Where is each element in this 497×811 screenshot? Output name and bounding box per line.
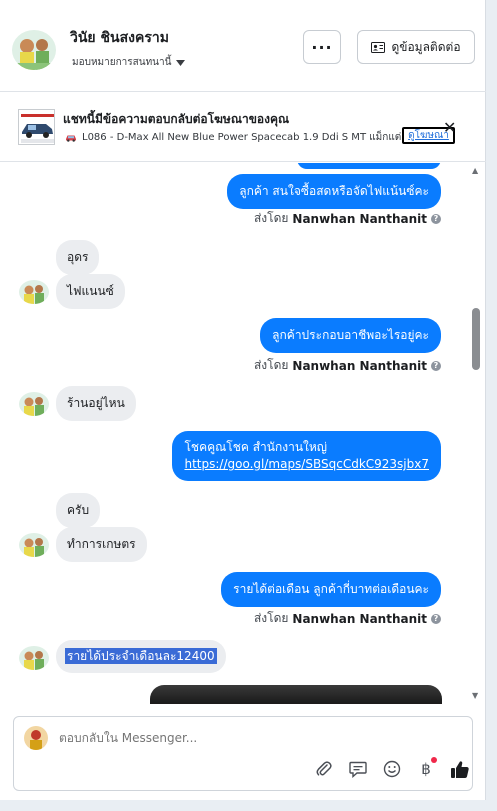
assign-label: มอบหมายการสนทนานี้	[72, 57, 172, 68]
baht-icon[interactable]: ฿	[416, 757, 437, 779]
ad-reply-banner: แชทนี้มีข้อความตอบกลับต่อโฆษณาของคุณ L08…	[0, 92, 486, 162]
page-avatar	[24, 726, 48, 750]
reply-input[interactable]	[59, 731, 439, 745]
contact-name: วินัย ชินสงคราม	[70, 30, 169, 46]
message-bubble-outgoing[interactable]: รายได้ต่อเดือน ลูกค้ากี่บาทต่อเดือนคะ	[221, 572, 441, 607]
chat-bubble-icon[interactable]	[348, 759, 368, 779]
help-icon[interactable]: ?	[431, 360, 441, 371]
message-text: โชคคูณโชค สำนักงานใหญ่	[184, 440, 328, 454]
sender-avatar	[19, 392, 49, 416]
smiley-icon[interactable]	[382, 759, 402, 779]
image-attachment[interactable]	[150, 685, 442, 704]
conversation-header: วินัย ชินสงคราม มอบหมายการสนทนานี้ ··· ด…	[0, 0, 486, 92]
ad-thumbnail[interactable]	[18, 109, 55, 145]
view-contact-label: ดูข้อมูลติดต่อ	[391, 39, 461, 54]
maps-link[interactable]: https://goo.gl/maps/SBSqcCdkC923sjbx7	[184, 456, 429, 473]
notification-dot	[431, 757, 437, 763]
message-bubble-incoming[interactable]: ร้านอยู่ไหน	[56, 386, 136, 421]
view-contact-button[interactable]: ดูข้อมูลติดต่อ	[357, 30, 475, 64]
avatar[interactable]	[12, 30, 56, 70]
sender-avatar	[19, 280, 49, 304]
message-bubble-outgoing[interactable]: ลูกค้าประกอบอาชีพอะไรอยู่คะ	[260, 318, 441, 353]
message-bubble-incoming-selected[interactable]: รายได้ประจำเดือนละ12400	[56, 640, 226, 673]
sender-name: Nanwhan Nanthanit	[292, 211, 427, 226]
message-bubble-outgoing-with-link[interactable]: โชคคูณโชค สำนักงานใหญ่ https://goo.gl/ma…	[172, 431, 441, 481]
car-icon	[66, 135, 76, 142]
conversation-panel: วินัย ชินสงคราม มอบหมายการสนทนานี้ ··· ด…	[0, 0, 486, 800]
thumbs-up-icon[interactable]	[450, 759, 470, 779]
scroll-up-arrow[interactable]: ▲	[472, 166, 478, 175]
close-icon[interactable]: ✕	[443, 118, 456, 137]
banner-title: แชทนี้มีข้อความตอบกลับต่อโฆษณาของคุณ	[63, 112, 290, 126]
selected-text: รายได้ประจำเดือนละ12400	[65, 648, 217, 664]
sent-by-label: ส่งโดย Nanwhan Nanthanit ?	[254, 609, 441, 628]
help-icon[interactable]: ?	[431, 613, 441, 624]
message-bubble-incoming[interactable]: อุดร	[56, 240, 100, 275]
contact-card-icon	[371, 41, 386, 53]
sender-name: Nanwhan Nanthanit	[292, 611, 427, 626]
message-bubble-outgoing[interactable]: ลูกค้า สนใจซื้อสดหรือจัดไฟแน้นซ์คะ	[227, 174, 441, 209]
sent-by-prefix: ส่งโดย	[253, 211, 289, 225]
sent-by-label: ส่งโดย Nanwhan Nanthanit ?	[254, 209, 441, 228]
more-options-button[interactable]: ···	[303, 30, 341, 64]
sent-by-prefix: ส่งโดย	[253, 358, 289, 372]
sender-avatar	[19, 533, 49, 557]
sent-by-prefix: ส่งโดย	[253, 611, 289, 625]
message-bubble-incoming[interactable]: ทำการเกษตร	[56, 527, 147, 562]
scroll-down-arrow[interactable]: ▼	[472, 691, 478, 700]
paperclip-icon[interactable]	[314, 759, 334, 779]
sender-avatar	[19, 646, 49, 670]
banner-subtitle: L086 - D-Max All New Blue Power Spacecab…	[65, 130, 411, 145]
message-bubble-incoming[interactable]: ครับ	[56, 493, 101, 528]
sender-name: Nanwhan Nanthanit	[292, 358, 427, 373]
message-bubble-outgoing-partial	[297, 163, 441, 169]
composer-toolbar: ฿	[314, 757, 470, 779]
message-bubble-incoming[interactable]: ไฟแนนซ์	[56, 274, 125, 309]
reply-composer: ฿	[13, 716, 473, 791]
ad-title-text: L086 - D-Max All New Blue Power Spacecab…	[82, 132, 411, 143]
sent-by-label: ส่งโดย Nanwhan Nanthanit ?	[254, 356, 441, 375]
message-list[interactable]: ลูกค้า สนใจซื้อสดหรือจัดไฟแน้นซ์คะ ส่งโด…	[0, 163, 486, 704]
help-icon[interactable]: ?	[431, 213, 441, 224]
assign-conversation-dropdown[interactable]: มอบหมายการสนทนานี้	[72, 55, 186, 70]
scrollbar-thumb[interactable]	[472, 308, 480, 370]
caret-down-icon	[176, 59, 186, 66]
